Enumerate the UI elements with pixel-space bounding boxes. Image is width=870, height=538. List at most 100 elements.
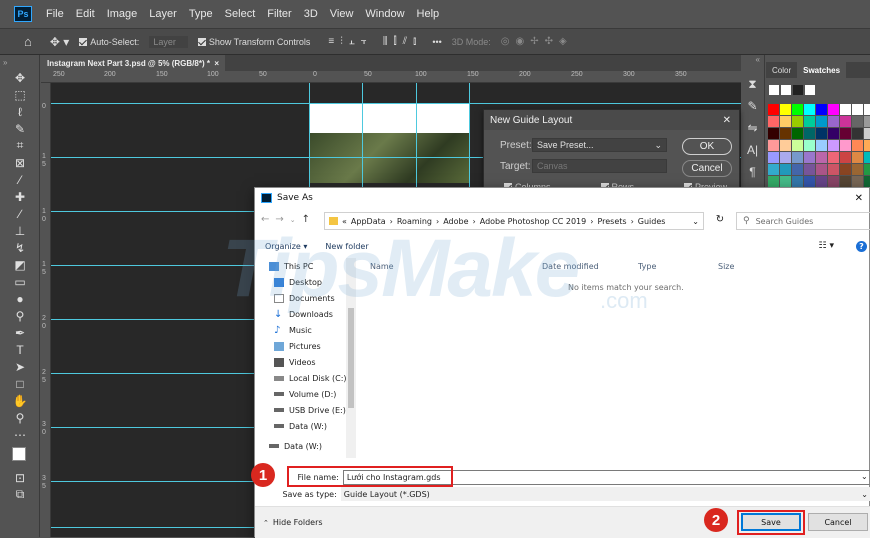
swatch[interactable] <box>781 85 791 95</box>
swatch[interactable] <box>804 164 815 175</box>
swatch[interactable] <box>840 164 851 175</box>
swatch[interactable] <box>864 164 870 175</box>
swatch[interactable] <box>768 128 779 139</box>
swatch[interactable] <box>828 128 839 139</box>
swatch[interactable] <box>768 164 779 175</box>
collapse-icon[interactable]: « <box>741 55 764 77</box>
swatch[interactable] <box>768 104 779 115</box>
crop-tool-icon[interactable]: ⌗ <box>0 137 40 154</box>
adjustments-icon[interactable]: ⇋ <box>741 121 764 143</box>
swatch[interactable] <box>816 128 827 139</box>
quick-select-tool-icon[interactable]: ✎ <box>0 120 40 137</box>
dodge-tool-icon[interactable]: ⚲ <box>0 307 40 324</box>
menu-window[interactable]: Window <box>365 8 404 20</box>
foreground-color-icon[interactable] <box>12 447 26 461</box>
menu-filter[interactable]: Filter <box>267 8 291 20</box>
color-swatches-icon[interactable] <box>0 443 40 469</box>
swatch[interactable] <box>792 116 803 127</box>
pen-tool-icon[interactable]: ✒ <box>0 324 40 341</box>
swatch[interactable] <box>768 116 779 127</box>
menu-select[interactable]: Select <box>225 8 256 20</box>
eraser-tool-icon[interactable]: ◩ <box>0 256 40 273</box>
swatch[interactable] <box>828 104 839 115</box>
swatch[interactable] <box>828 152 839 163</box>
swatch[interactable] <box>816 116 827 127</box>
swatch[interactable] <box>852 140 863 151</box>
document-tab[interactable]: Instagram Next Part 3.psd @ 5% (RGB/8*) … <box>41 55 226 71</box>
collapse-icon[interactable]: » <box>0 55 40 69</box>
menu-view[interactable]: View <box>330 8 354 20</box>
help-icon[interactable]: ? <box>856 240 867 252</box>
nav-item-volume-d[interactable]: Volume (D:) <box>255 386 358 402</box>
swatch[interactable] <box>840 140 851 151</box>
tab-color[interactable]: Color <box>766 62 797 78</box>
search-input[interactable]: ⚲ Search Guides <box>736 212 870 230</box>
menu-file[interactable]: File <box>46 8 64 20</box>
refresh-icon[interactable]: ↻ <box>710 214 730 230</box>
cancel-button[interactable]: Cancel <box>682 160 732 177</box>
menu-help[interactable]: Help <box>417 8 440 20</box>
home-icon[interactable]: ⌂ <box>24 34 32 49</box>
chevron-up-icon[interactable]: ⌃ <box>263 519 269 527</box>
swatch[interactable] <box>852 152 863 163</box>
3d-mode-icons[interactable]: ◎◉✢✣◈ <box>501 36 573 47</box>
swatch[interactable] <box>864 128 870 139</box>
align-icons[interactable]: ≡⫶⫠⫟ <box>328 36 372 47</box>
brush-tool-icon[interactable]: ∕ <box>0 205 40 222</box>
lasso-tool-icon[interactable]: ℓ <box>0 103 40 120</box>
swatch[interactable] <box>780 128 791 139</box>
swatch[interactable] <box>864 176 870 187</box>
swatch[interactable] <box>828 116 839 127</box>
swatch[interactable] <box>816 152 827 163</box>
swatch[interactable] <box>816 140 827 151</box>
view-options-icon[interactable]: ☷ ▾ <box>819 241 834 251</box>
hand-tool-icon[interactable]: ✋ <box>0 392 40 409</box>
nav-item-usb-drive[interactable]: USB Drive (E:) <box>255 402 358 418</box>
swatch[interactable] <box>804 152 815 163</box>
swatch[interactable] <box>780 164 791 175</box>
swatch[interactable] <box>792 152 803 163</box>
swatch[interactable] <box>804 140 815 151</box>
swatch[interactable] <box>852 128 863 139</box>
path-select-tool-icon[interactable]: ➤ <box>0 358 40 375</box>
swatch[interactable] <box>805 85 815 95</box>
swatch[interactable] <box>864 140 870 151</box>
swatch[interactable] <box>828 164 839 175</box>
swatch[interactable] <box>804 116 815 127</box>
quick-mask-icon[interactable]: ⊡ <box>0 469 40 486</box>
nav-item-videos[interactable]: Videos <box>255 354 358 370</box>
swatch[interactable] <box>769 85 779 95</box>
nav-item-local-disk[interactable]: Local Disk (C:) <box>255 370 358 386</box>
column-type[interactable]: Type <box>638 262 656 271</box>
swatch[interactable] <box>840 128 851 139</box>
swatch[interactable] <box>792 140 803 151</box>
swatch[interactable] <box>768 152 779 163</box>
type-tool-icon[interactable]: T <box>0 341 40 358</box>
swatch[interactable] <box>864 152 870 163</box>
healing-tool-icon[interactable]: ✚ <box>0 188 40 205</box>
swatch[interactable] <box>768 176 779 187</box>
swatch[interactable] <box>792 104 803 115</box>
move-tool-icon[interactable]: ✥ <box>0 69 40 86</box>
menu-layer[interactable]: Layer <box>149 8 177 20</box>
swatch[interactable] <box>816 164 827 175</box>
swatch[interactable] <box>780 152 791 163</box>
screen-mode-icon[interactable]: ⧉ <box>0 486 40 503</box>
swatch[interactable] <box>792 128 803 139</box>
cancel-button[interactable]: Cancel <box>808 513 868 531</box>
menu-type[interactable]: Type <box>189 8 213 20</box>
nav-item-data-w[interactable]: Data (W:) <box>255 418 358 434</box>
close-icon[interactable]: ✕ <box>855 193 863 204</box>
swatch[interactable] <box>840 116 851 127</box>
more-options-button[interactable]: ••• <box>432 37 441 47</box>
column-size[interactable]: Size <box>718 262 734 271</box>
swatch[interactable] <box>840 152 851 163</box>
move-tool-icon[interactable]: ✥ ▾ <box>50 35 69 49</box>
gradient-tool-icon[interactable]: ▭ <box>0 273 40 290</box>
swatch[interactable] <box>816 176 827 187</box>
distribute-icons[interactable]: ⫼⫿⫽⫾ <box>383 36 422 47</box>
swatch[interactable] <box>804 104 815 115</box>
swatch[interactable] <box>780 116 791 127</box>
close-icon[interactable]: × <box>214 59 219 68</box>
show-transform-checkbox[interactable]: Show Transform Controls <box>197 37 310 47</box>
